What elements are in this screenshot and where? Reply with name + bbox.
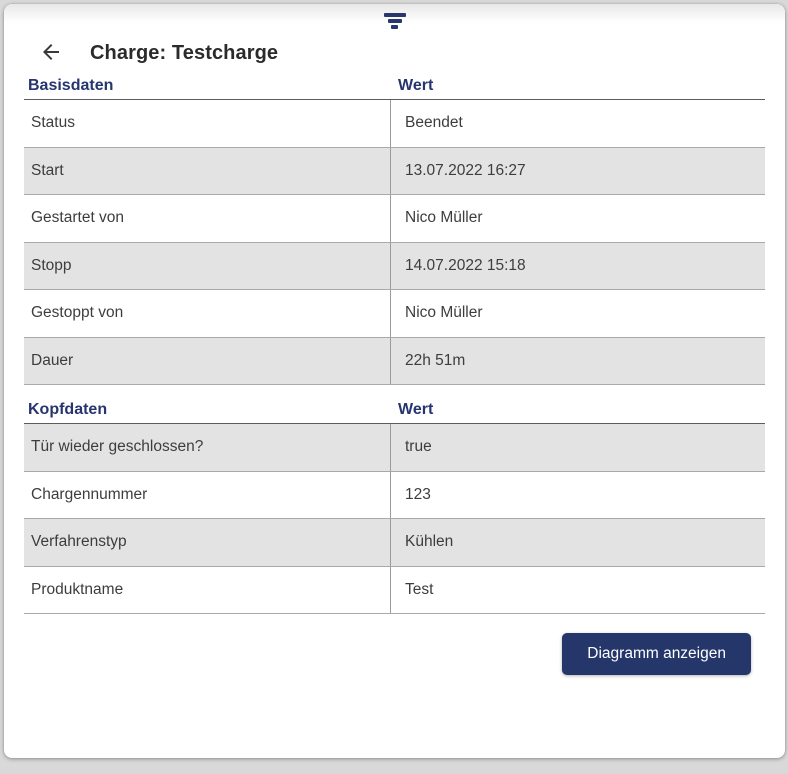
- table-row: Verfahrenstyp Kühlen: [24, 519, 765, 567]
- show-diagram-button[interactable]: Diagramm anzeigen: [562, 633, 751, 675]
- row-value: 13.07.2022 16:27: [390, 148, 765, 195]
- row-value: 22h 51m: [390, 338, 765, 385]
- basisdaten-table: Status Beendet Start 13.07.2022 16:27 Ge…: [24, 100, 765, 385]
- table-row: Start 13.07.2022 16:27: [24, 148, 765, 196]
- table-row: Stopp 14.07.2022 15:18: [24, 243, 765, 291]
- kopfdaten-table: Tür wieder geschlossen? true Chargennumm…: [24, 424, 765, 614]
- table-row: Chargennummer 123: [24, 472, 765, 520]
- table-row: Gestartet von Nico Müller: [24, 195, 765, 243]
- row-value: Kühlen: [390, 519, 765, 566]
- section-value-header: Wert: [390, 77, 765, 95]
- row-label: Verfahrenstyp: [24, 519, 390, 566]
- table-row: Tür wieder geschlossen? true: [24, 424, 765, 472]
- row-value: 14.07.2022 15:18: [390, 243, 765, 290]
- back-button[interactable]: [38, 40, 64, 66]
- row-label: Status: [24, 100, 390, 147]
- row-label: Stopp: [24, 243, 390, 290]
- row-value: 123: [390, 472, 765, 519]
- table-row: Gestoppt von Nico Müller: [24, 290, 765, 338]
- row-label: Tür wieder geschlossen?: [24, 424, 390, 471]
- row-value: Nico Müller: [390, 290, 765, 337]
- row-label: Dauer: [24, 338, 390, 385]
- row-value: Beendet: [390, 100, 765, 147]
- row-value: Nico Müller: [390, 195, 765, 242]
- page-header: Charge: Testcharge: [38, 40, 765, 66]
- table-row: Status Beendet: [24, 100, 765, 148]
- row-label: Produktname: [24, 567, 390, 614]
- section-header-kopfdaten: Kopfdaten Wert: [24, 400, 765, 424]
- detail-card: Charge: Testcharge Basisdaten Wert Statu…: [4, 4, 785, 758]
- handle-bar: [388, 19, 402, 23]
- table-row: Produktname Test: [24, 567, 765, 615]
- section-title: Basisdaten: [24, 77, 390, 95]
- filter-handle-icon[interactable]: [384, 13, 406, 29]
- row-label: Gestartet von: [24, 195, 390, 242]
- section-value-header: Wert: [390, 401, 765, 419]
- section-header-basisdaten: Basisdaten Wert: [24, 76, 765, 100]
- row-value: Test: [390, 567, 765, 614]
- row-value: true: [390, 424, 765, 471]
- handle-bar: [391, 25, 398, 29]
- actions-bar: Diagramm anzeigen: [24, 633, 765, 675]
- arrow-left-icon: [39, 40, 63, 67]
- table-row: Dauer 22h 51m: [24, 338, 765, 386]
- page-title: Charge: Testcharge: [90, 42, 278, 65]
- row-label: Gestoppt von: [24, 290, 390, 337]
- section-title: Kopfdaten: [24, 401, 390, 419]
- content-area: Basisdaten Wert Status Beendet Start 13.…: [4, 76, 785, 675]
- row-label: Chargennummer: [24, 472, 390, 519]
- handle-bar: [384, 13, 406, 17]
- row-label: Start: [24, 148, 390, 195]
